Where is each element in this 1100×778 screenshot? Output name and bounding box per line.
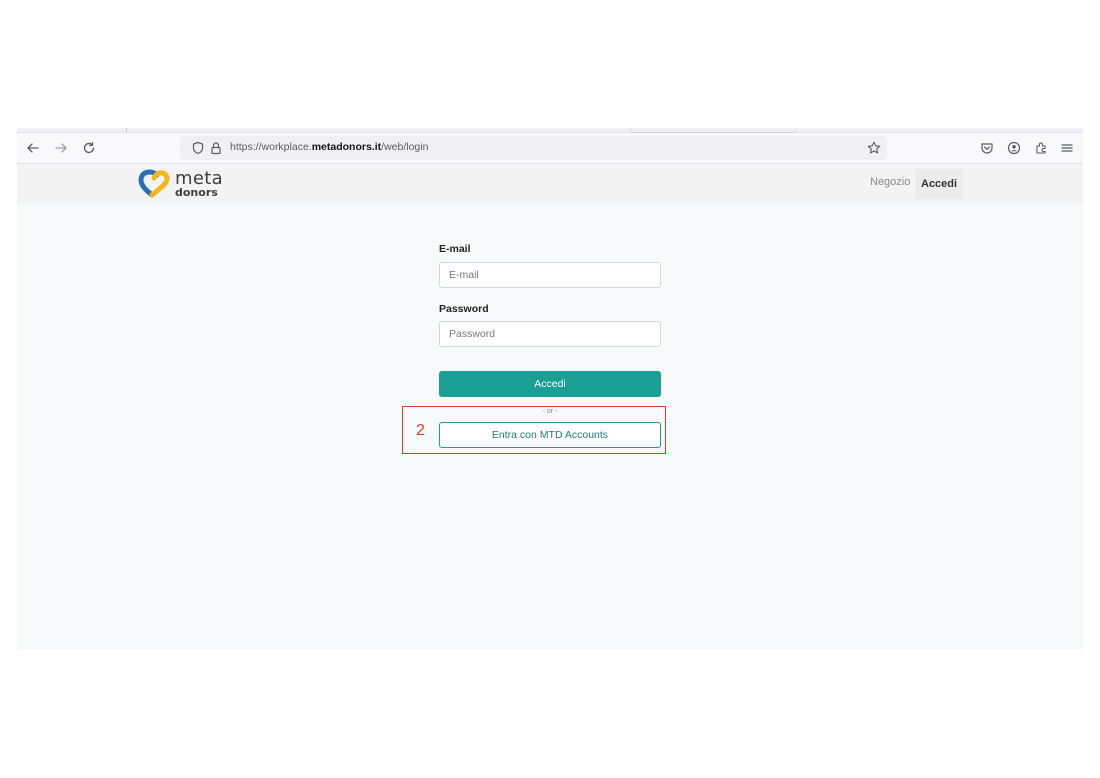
password-input[interactable]	[439, 321, 661, 347]
logo[interactable]: meta donors	[137, 167, 223, 201]
url-text[interactable]: https://workplace.metadonors.it/web/logi…	[230, 141, 428, 153]
back-arrow-icon[interactable]	[23, 138, 43, 158]
logo-wordmark: meta donors	[175, 170, 223, 199]
email-input[interactable]	[439, 262, 661, 288]
heart-logo-icon	[138, 169, 170, 198]
account-icon[interactable]	[1004, 138, 1024, 158]
url-domain: metadonors.it	[311, 141, 382, 153]
lock-icon[interactable]	[206, 138, 226, 158]
email-label: E-mail	[439, 243, 471, 255]
browser-window: https://workplace.metadonors.it/web/logi…	[17, 128, 1083, 650]
tab-divider	[126, 128, 127, 132]
login-button[interactable]: Accedi	[439, 371, 661, 397]
browser-toolbar: https://workplace.metadonors.it/web/logi…	[17, 133, 1083, 164]
site-header: meta donors Negozio Accedi	[17, 164, 1083, 204]
url-bar[interactable]: https://workplace.metadonors.it/web/logi…	[180, 136, 887, 160]
logo-line-2: donors	[175, 186, 218, 199]
shield-icon[interactable]	[188, 138, 208, 158]
bookmark-star-icon[interactable]	[864, 138, 884, 158]
reload-icon[interactable]	[79, 138, 99, 158]
nav-link-shop[interactable]: Negozio	[870, 176, 910, 188]
forward-arrow-icon[interactable]	[51, 138, 71, 158]
url-prefix: https://workplace.	[230, 141, 312, 153]
password-label: Password	[439, 303, 489, 315]
nav-link-login[interactable]: Accedi	[915, 169, 963, 199]
pocket-icon[interactable]	[977, 138, 997, 158]
extensions-icon[interactable]	[1031, 138, 1051, 158]
menu-icon[interactable]	[1057, 138, 1077, 158]
url-path: /web/login	[381, 141, 429, 153]
annotation-number: 2	[416, 422, 425, 439]
annotation-box	[402, 406, 666, 454]
